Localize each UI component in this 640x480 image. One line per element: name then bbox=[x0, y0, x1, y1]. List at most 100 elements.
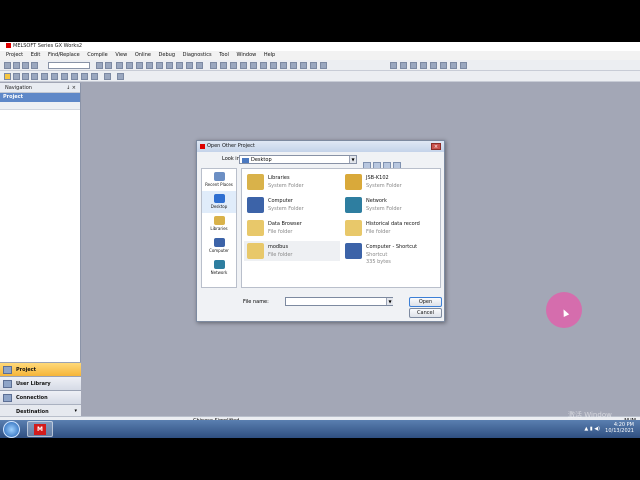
list-item[interactable]: Libraries System Folder bbox=[244, 172, 340, 192]
nav-tab-user-library[interactable]: User Library bbox=[0, 376, 81, 390]
online-tool-icon[interactable] bbox=[390, 62, 397, 69]
ladder-tool-icon[interactable] bbox=[176, 62, 183, 69]
cancel-button[interactable]: Cancel bbox=[409, 308, 442, 318]
ladder-tool-icon[interactable] bbox=[290, 62, 297, 69]
menu-project[interactable]: Project bbox=[6, 52, 23, 58]
start-button[interactable] bbox=[3, 421, 20, 438]
chevron-down-icon: ▼ bbox=[349, 156, 356, 163]
online-tool-icon[interactable] bbox=[430, 62, 437, 69]
ladder-tool-icon[interactable] bbox=[220, 62, 227, 69]
menu-compile[interactable]: Compile bbox=[87, 52, 107, 58]
ladder-tool-icon[interactable] bbox=[146, 62, 153, 69]
ladder-tool-icon[interactable] bbox=[166, 62, 173, 69]
view-tool-icon[interactable] bbox=[71, 73, 78, 80]
nav-tab-connection-destination[interactable]: Connection Destination bbox=[0, 390, 81, 415]
menu-online[interactable]: Online bbox=[135, 52, 151, 58]
copy-icon[interactable] bbox=[105, 62, 112, 69]
open-project-icon[interactable] bbox=[13, 62, 20, 69]
view-tool-icon[interactable] bbox=[51, 73, 58, 80]
save-project-icon[interactable] bbox=[22, 62, 29, 69]
file-name-input[interactable] bbox=[285, 297, 393, 306]
ladder-tool-icon[interactable] bbox=[280, 62, 287, 69]
place-computer[interactable]: Computer bbox=[202, 235, 236, 257]
navigation-pin-close-icon[interactable]: ↓ × bbox=[66, 83, 76, 93]
view-tool-icon[interactable] bbox=[13, 73, 20, 80]
system-tray-icons[interactable]: ▲ ▮ ◀) bbox=[584, 426, 600, 432]
list-item[interactable]: Computer System Folder bbox=[244, 195, 340, 215]
list-item[interactable]: Network System Folder bbox=[342, 195, 438, 215]
ladder-tool-icon[interactable] bbox=[320, 62, 327, 69]
ladder-tool-icon[interactable] bbox=[260, 62, 267, 69]
menu-debug[interactable]: Debug bbox=[159, 52, 175, 58]
nav-tab-project[interactable]: Project bbox=[0, 362, 81, 376]
ladder-tool-icon[interactable] bbox=[250, 62, 257, 69]
view-tool-icon[interactable] bbox=[31, 73, 38, 80]
ladder-tool-icon[interactable] bbox=[210, 62, 217, 69]
view-tool-icon[interactable] bbox=[61, 73, 68, 80]
file-list: Libraries System Folder JSB-K102 System … bbox=[241, 168, 441, 288]
list-item[interactable]: JSB-K102 System Folder bbox=[342, 172, 438, 192]
ladder-tool-icon[interactable] bbox=[126, 62, 133, 69]
ladder-tool-icon[interactable] bbox=[240, 62, 247, 69]
ladder-tool-icon[interactable] bbox=[196, 62, 203, 69]
online-tool-icon[interactable] bbox=[420, 62, 427, 69]
list-item[interactable]: Computer - Shortcut Shortcut 335 bytes bbox=[342, 241, 438, 265]
view-tool-icon[interactable] bbox=[104, 73, 111, 80]
menu-find-replace[interactable]: Find/Replace bbox=[48, 52, 80, 58]
online-tool-icon[interactable] bbox=[450, 62, 457, 69]
view-tool-icon[interactable] bbox=[91, 73, 98, 80]
menu-window[interactable]: Window bbox=[237, 52, 257, 58]
ladder-tool-icon[interactable] bbox=[230, 62, 237, 69]
look-in-value: Desktop bbox=[251, 157, 272, 163]
taskbar-app-gxworks2[interactable]: M bbox=[27, 421, 53, 437]
online-tool-icon[interactable] bbox=[440, 62, 447, 69]
toolbar-combo[interactable] bbox=[48, 62, 90, 69]
list-item[interactable]: modbus File folder bbox=[244, 241, 340, 261]
view-tool-icon[interactable] bbox=[81, 73, 88, 80]
online-tool-icon[interactable] bbox=[410, 62, 417, 69]
list-item[interactable]: Historical data record File folder bbox=[342, 218, 438, 238]
cut-icon[interactable] bbox=[96, 62, 103, 69]
file-name: Computer - Shortcut bbox=[366, 244, 418, 250]
ladder-tool-icon[interactable] bbox=[310, 62, 317, 69]
nav-tab-label: User Library bbox=[16, 381, 51, 387]
desktop-icon bbox=[214, 194, 225, 203]
menu-view[interactable]: View bbox=[115, 52, 127, 58]
ladder-tool-icon[interactable] bbox=[300, 62, 307, 69]
place-recent-places[interactable]: Recent Places bbox=[202, 169, 236, 191]
chevron-down-icon[interactable]: ▼ bbox=[386, 298, 393, 305]
place-desktop[interactable]: Desktop bbox=[202, 191, 236, 213]
recent-places-icon bbox=[214, 172, 225, 181]
file-type: System Folder bbox=[366, 183, 402, 189]
dialog-title-bar: Open Other Project × bbox=[197, 141, 444, 152]
app-title: MELSOFT Series GX Works2 bbox=[13, 43, 83, 49]
place-network[interactable]: Network bbox=[202, 257, 236, 279]
menu-tool[interactable]: Tool bbox=[219, 52, 229, 58]
navigation-toggle-icon[interactable] bbox=[4, 73, 11, 80]
ladder-tool-icon[interactable] bbox=[270, 62, 277, 69]
online-tool-icon[interactable] bbox=[400, 62, 407, 69]
clock[interactable]: 4:20 PM 10/13/2021 bbox=[605, 422, 634, 434]
open-other-project-dialog: Open Other Project × Look in: Desktop ▼ … bbox=[196, 140, 445, 322]
place-libraries[interactable]: Libraries bbox=[202, 213, 236, 235]
look-in-dropdown[interactable]: Desktop ▼ bbox=[239, 155, 357, 164]
menu-diagnostics[interactable]: Diagnostics bbox=[183, 52, 212, 58]
library-icon bbox=[3, 380, 12, 388]
ladder-tool-icon[interactable] bbox=[136, 62, 143, 69]
navigation-tools bbox=[0, 102, 80, 110]
ladder-tool-icon[interactable] bbox=[156, 62, 163, 69]
print-icon[interactable] bbox=[31, 62, 38, 69]
view-tool-icon[interactable] bbox=[117, 73, 124, 80]
find-icon[interactable] bbox=[116, 62, 123, 69]
menu-help[interactable]: Help bbox=[264, 52, 275, 58]
open-button[interactable]: Open bbox=[409, 297, 442, 307]
clock-date: 10/13/2021 bbox=[605, 428, 634, 434]
list-item[interactable]: Data Browser File folder bbox=[244, 218, 340, 238]
menu-edit[interactable]: Edit bbox=[31, 52, 41, 58]
online-tool-icon[interactable] bbox=[460, 62, 467, 69]
ladder-tool-icon[interactable] bbox=[186, 62, 193, 69]
close-button[interactable]: × bbox=[431, 143, 441, 150]
view-tool-icon[interactable] bbox=[22, 73, 29, 80]
view-tool-icon[interactable] bbox=[41, 73, 48, 80]
new-project-icon[interactable] bbox=[4, 62, 11, 69]
